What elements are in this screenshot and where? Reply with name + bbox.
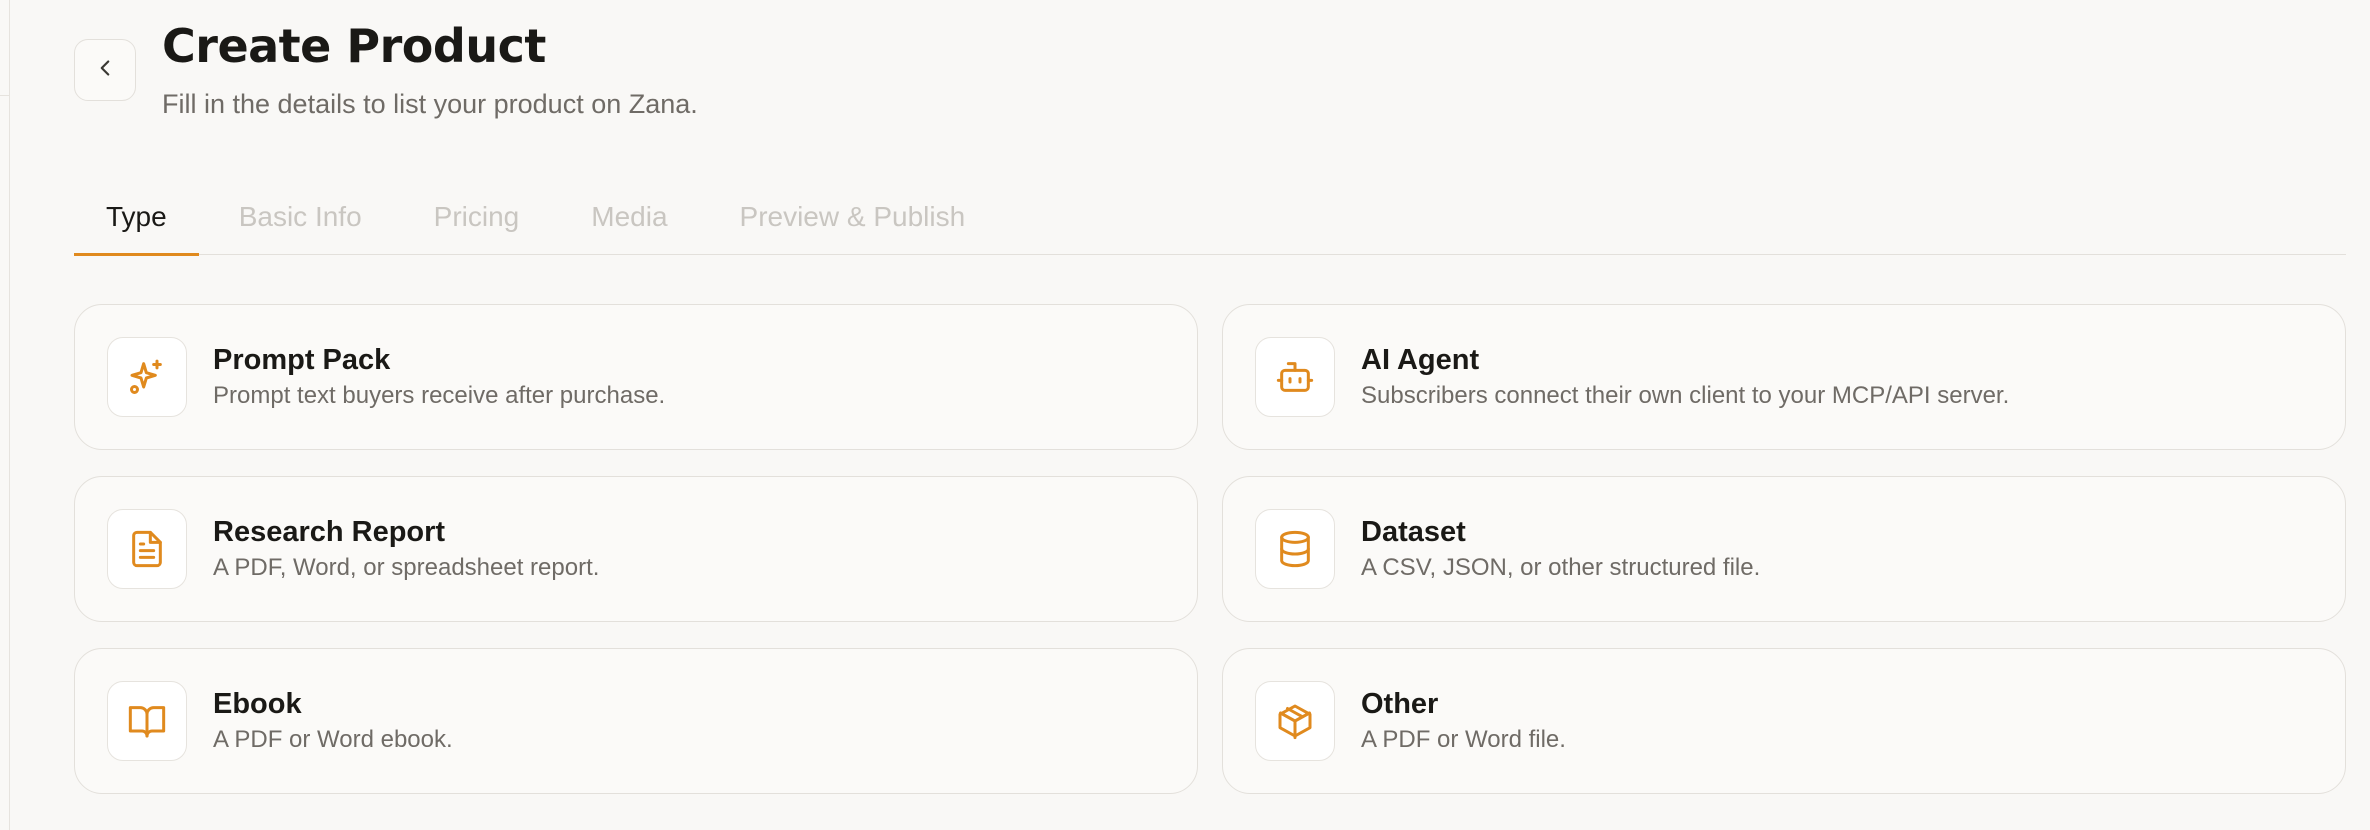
card-title: Prompt Pack (213, 344, 391, 376)
card-description: Subscribers connect their own client to … (1361, 382, 2010, 409)
product-type-card-ebook[interactable]: Ebook A PDF or Word ebook. (74, 648, 1198, 794)
card-description: Prompt text buyers receive after purchas… (213, 382, 666, 409)
product-type-card-prompt-pack[interactable]: Prompt Pack Prompt text buyers receive a… (74, 304, 1198, 450)
step-tabs: Type Basic Info Pricing Media Preview & … (74, 180, 2346, 256)
sparkles-icon (107, 337, 187, 417)
database-icon (1255, 509, 1335, 589)
card-description: A PDF or Word file. (1361, 726, 1566, 753)
product-type-card-dataset[interactable]: Dataset A CSV, JSON, or other structured… (1222, 476, 2346, 622)
card-description: A PDF or Word ebook. (213, 726, 453, 753)
bot-icon (1255, 337, 1335, 417)
chevron-left-icon (92, 55, 118, 86)
card-title: Dataset (1361, 516, 1466, 548)
product-type-card-research-report[interactable]: Research Report A PDF, Word, or spreadsh… (74, 476, 1198, 622)
left-sidebar-edge (0, 0, 10, 830)
page-subtitle: Fill in the details to list your product… (162, 89, 698, 119)
tab-media[interactable]: Media (559, 180, 699, 254)
tab-preview-publish[interactable]: Preview & Publish (708, 180, 998, 254)
tab-type[interactable]: Type (74, 180, 199, 256)
card-title: Other (1361, 688, 1439, 720)
card-title: AI Agent (1361, 344, 1480, 376)
tab-pricing[interactable]: Pricing (402, 180, 552, 254)
sidebar-divider (0, 95, 9, 96)
card-description: A CSV, JSON, or other structured file. (1361, 554, 1761, 581)
product-type-card-other[interactable]: Other A PDF or Word file. (1222, 648, 2346, 794)
file-text-icon (107, 509, 187, 589)
book-open-icon (107, 681, 187, 761)
card-description: A PDF, Word, or spreadsheet report. (213, 554, 600, 581)
product-type-grid: Prompt Pack Prompt text buyers receive a… (74, 304, 2346, 794)
product-type-card-ai-agent[interactable]: AI Agent Subscribers connect their own c… (1222, 304, 2346, 450)
card-title: Ebook (213, 688, 302, 720)
back-button[interactable] (74, 39, 136, 101)
page-title: Create Product (162, 19, 546, 73)
tab-basic-info[interactable]: Basic Info (207, 180, 394, 254)
package-icon (1255, 681, 1335, 761)
card-title: Research Report (213, 516, 446, 548)
